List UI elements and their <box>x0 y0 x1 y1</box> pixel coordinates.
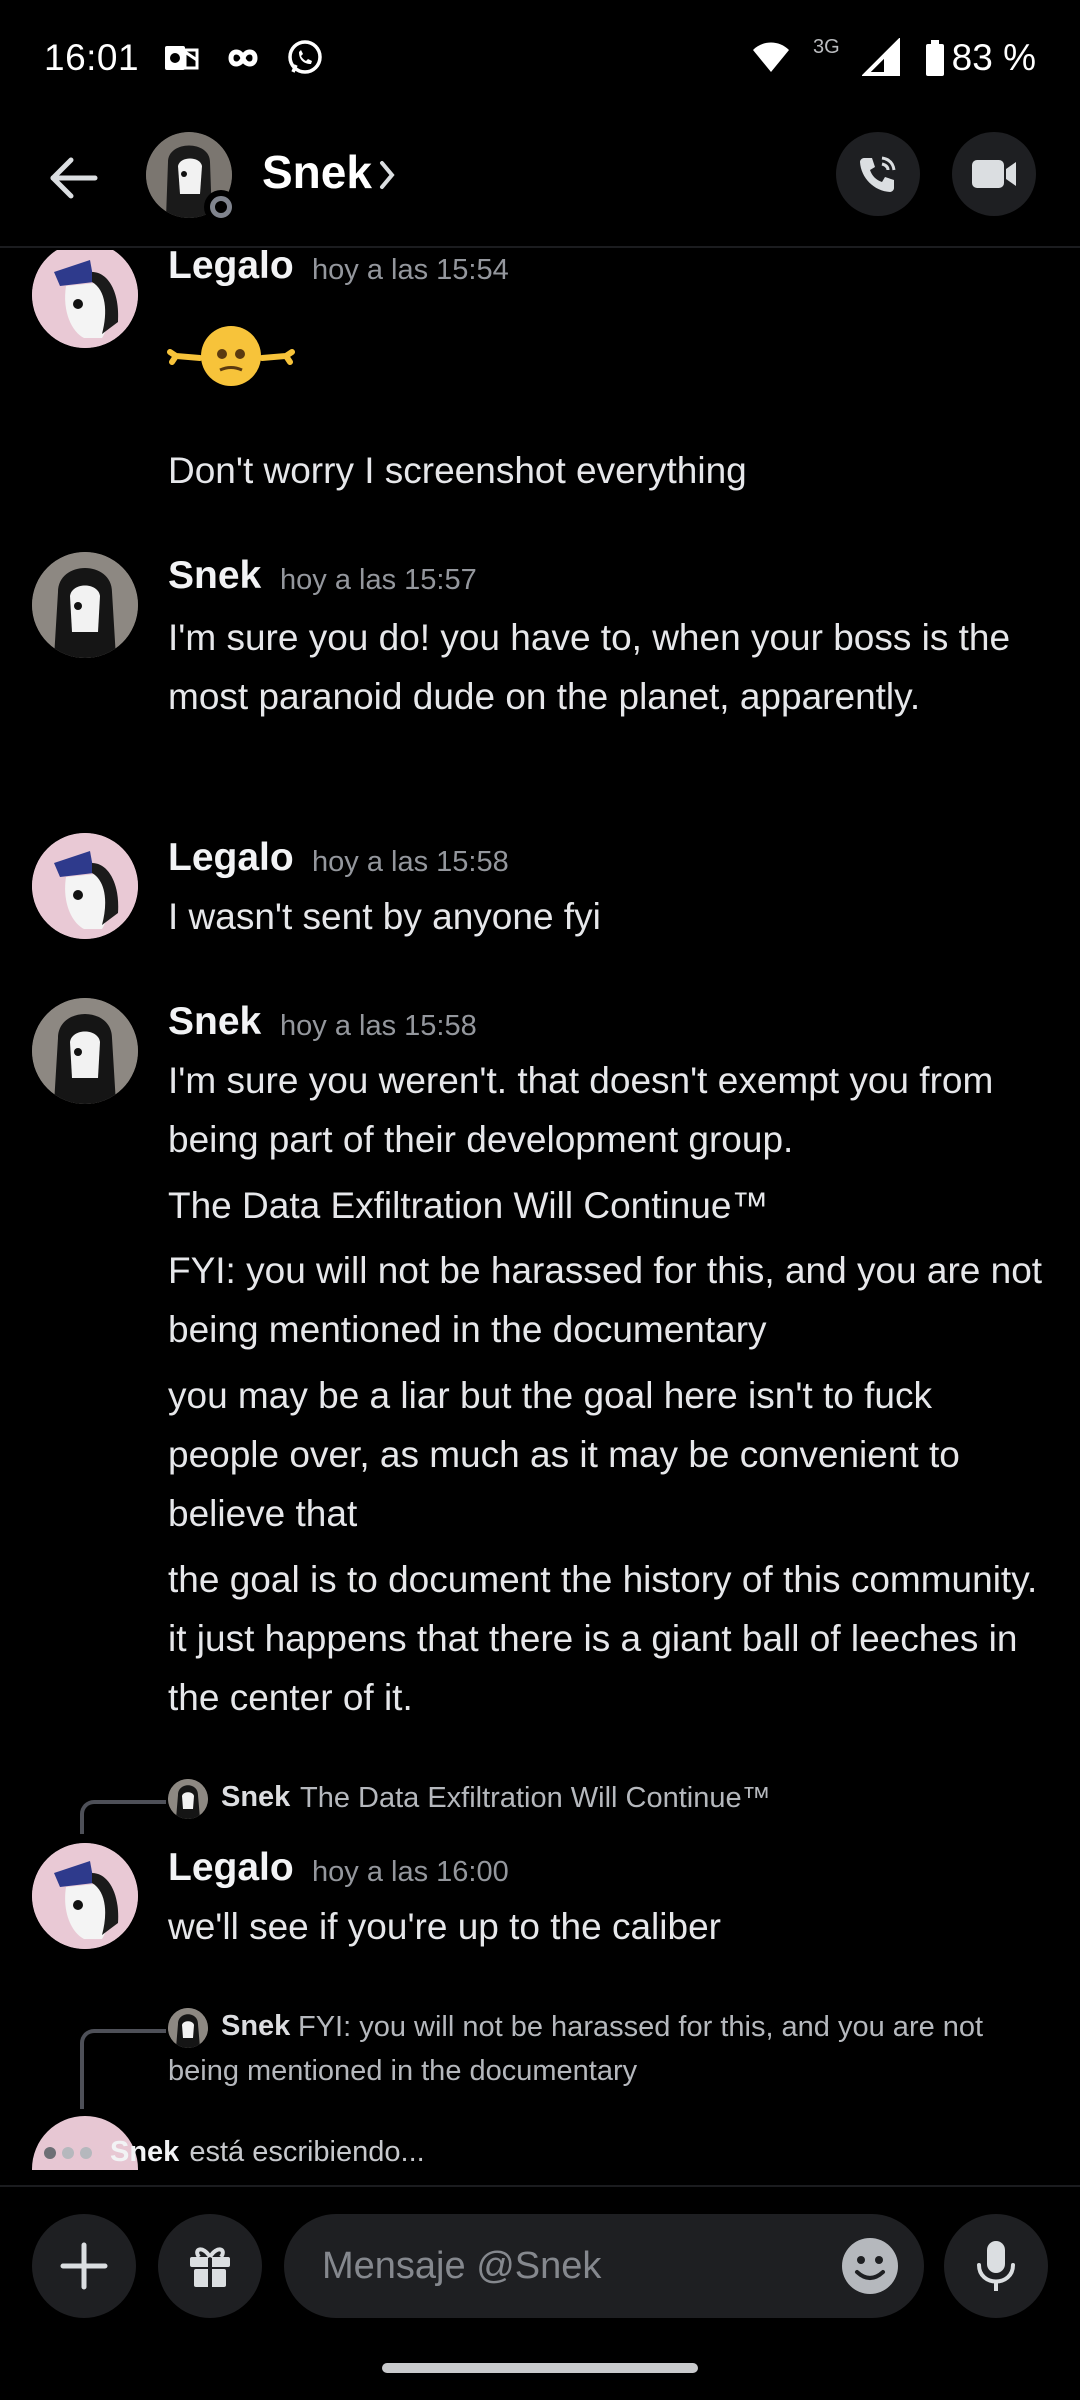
gift-button[interactable] <box>158 2214 262 2318</box>
whatsapp-notification-icon <box>285 38 325 78</box>
avatar[interactable] <box>32 552 138 658</box>
message-author[interactable]: Snek <box>168 554 261 598</box>
dm-header: Snek <box>0 115 1080 248</box>
message-author[interactable]: Legalo <box>168 250 294 288</box>
typing-dots-icon <box>44 2146 92 2159</box>
back-button[interactable] <box>40 145 106 211</box>
avatar[interactable] <box>32 833 138 939</box>
phone-call-icon <box>860 156 896 192</box>
wifi-icon <box>751 38 791 78</box>
infinity-notification-icon <box>223 38 263 78</box>
reply-connector <box>80 1800 166 1834</box>
network-type-label: 3G <box>812 36 840 58</box>
message-text: Don't worry I screenshot everything <box>168 450 747 491</box>
chevron-right-icon <box>380 161 395 189</box>
gesture-home-bar[interactable] <box>382 2363 698 2373</box>
voice-call-button[interactable] <box>836 132 920 216</box>
message-composer <box>0 2185 1080 2318</box>
message-text: The Data Exfiltration Will Continue™ <box>168 1185 769 1226</box>
avatar[interactable] <box>32 998 138 1104</box>
arrow-left-icon <box>50 157 98 199</box>
plus-icon <box>60 2242 108 2290</box>
add-attachment-button[interactable] <box>32 2214 136 2318</box>
battery-percent: 83 % <box>951 36 1036 78</box>
message-timestamp: hoy a las 15:54 <box>312 254 509 286</box>
avatar[interactable] <box>32 1843 138 1949</box>
message-text: I'm sure you weren't. that doesn't exemp… <box>168 1060 994 1160</box>
message-input[interactable] <box>320 2234 800 2298</box>
typing-text: está escribiendo... <box>189 2136 425 2168</box>
voice-message-button[interactable] <box>944 2214 1048 2318</box>
video-call-button[interactable] <box>952 132 1036 216</box>
smiley-face-icon <box>842 2238 898 2294</box>
reply-preview[interactable]: The Data Exfiltration Will Continue™ <box>300 1776 771 1820</box>
message-text: the goal is to document the history of t… <box>168 1559 1038 1718</box>
reply-preview[interactable]: FYI: you will not be harassed for this, … <box>168 2005 1038 2093</box>
status-bar: 16:01 3G 83 % <box>0 0 1080 115</box>
emoji-button[interactable] <box>840 2236 900 2296</box>
message-author[interactable]: Legalo <box>168 1846 294 1890</box>
message-author[interactable]: Legalo <box>168 836 294 880</box>
reply-connector <box>80 2029 166 2109</box>
microphone-icon <box>977 2241 1015 2291</box>
message-list[interactable]: Legalo hoy a las 15:54 Don't worry I scr… <box>0 250 1080 2170</box>
outlook-notification-icon <box>161 38 201 78</box>
message-input-container[interactable] <box>284 2214 924 2318</box>
message-text: you may be a liar but the goal here isn'… <box>168 1375 960 1534</box>
status-time: 16:01 <box>44 36 140 78</box>
typing-indicator: Snek está escribiendo... <box>44 2136 425 2169</box>
message-author[interactable]: Snek <box>168 1000 261 1044</box>
typing-user: Snek <box>110 2136 180 2168</box>
offline-status-indicator <box>204 190 238 224</box>
message-timestamp: hoy a las 15:58 <box>280 1010 477 1042</box>
avatar[interactable] <box>146 132 238 224</box>
message-text: FYI: you will not be harassed for this, … <box>168 1250 1043 1350</box>
battery-icon <box>924 38 946 78</box>
message-text: we'll see if you're up to the caliber <box>168 1906 721 1947</box>
message-text: I wasn't sent by anyone fyi <box>168 896 601 937</box>
gift-icon <box>190 2247 230 2287</box>
message-timestamp: hoy a las 15:58 <box>312 846 509 878</box>
cell-signal-icon <box>861 37 902 78</box>
message-text: I'm sure you do! you have to, when your … <box>168 617 1011 717</box>
message-timestamp: hoy a las 16:00 <box>312 1856 509 1888</box>
reply-author[interactable]: Snek <box>221 1781 290 1814</box>
message-timestamp: hoy a las 15:57 <box>280 564 477 596</box>
avatar[interactable] <box>32 250 138 348</box>
shrugging-smiley-emoji-icon <box>166 318 296 388</box>
avatar <box>168 1779 208 1819</box>
video-camera-icon <box>972 160 1016 188</box>
page-title[interactable]: Snek <box>262 145 372 199</box>
